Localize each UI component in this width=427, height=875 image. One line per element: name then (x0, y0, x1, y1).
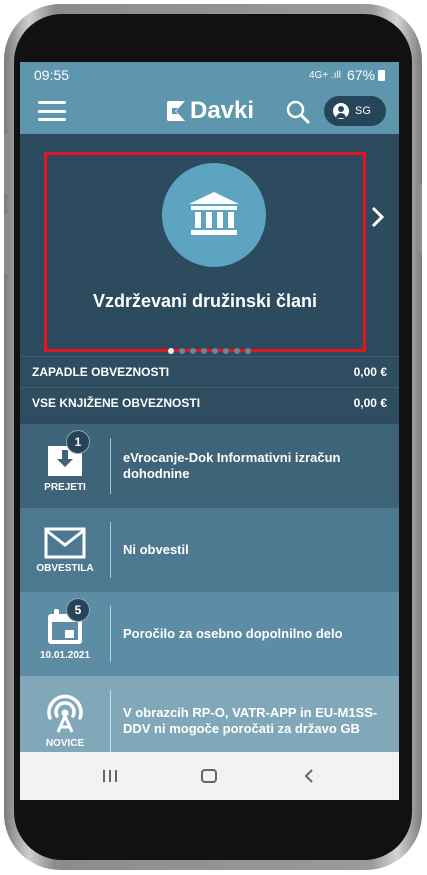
divider (110, 438, 111, 494)
back-icon[interactable] (294, 761, 324, 791)
pagination-dot[interactable] (212, 348, 218, 354)
app-logo: Davki (165, 97, 254, 125)
item-icon-area: 5 10.01.2021 (20, 592, 110, 676)
pagination-dot[interactable] (168, 348, 174, 354)
user-account-button[interactable]: SG (324, 96, 386, 126)
count-badge: 1 (66, 430, 90, 454)
divider (110, 606, 111, 662)
status-time: 09:55 (34, 67, 70, 83)
carousel: Vzdrževani družinski člani (20, 134, 399, 356)
slide-icon-circle (162, 163, 266, 267)
item-caption: OBVESTILA (36, 562, 94, 574)
all-obligations-row[interactable]: VSE KNJIŽENE OBVEZNOSTI 0,00 € (20, 387, 399, 418)
envelope-icon (44, 527, 86, 558)
power-button (417, 184, 422, 254)
broadcast-icon (47, 694, 83, 733)
carousel-pagination (20, 348, 399, 354)
item-text: V obrazcih RP-O, VATR-APP in EU-M1SS-DDV… (123, 705, 378, 736)
institution-icon (189, 192, 239, 235)
battery-icon (378, 69, 385, 81)
divider (110, 690, 111, 752)
pagination-dot[interactable] (223, 348, 229, 354)
pagination-dot[interactable] (201, 348, 207, 354)
user-initials: SG (355, 105, 371, 117)
volume-down-button (4, 214, 9, 274)
item-text: eVrocanje-Dok Informativni izračun dohod… (123, 450, 341, 481)
pagination-dot[interactable] (190, 348, 196, 354)
item-caption: 10.01.2021 (39, 649, 91, 661)
logo-e-icon (167, 101, 185, 121)
app-screen: 09:55 4G+ .ıll 67% Davki SG Vzdrževani d… (20, 62, 399, 800)
summary-label: ZAPADLE OBVEZNOSTI (32, 365, 170, 379)
pagination-dot[interactable] (179, 348, 185, 354)
summary-value: 0,00 € (353, 396, 387, 410)
list-item-notifications[interactable]: OBVESTILA Ni obvestil (20, 508, 399, 592)
divider (110, 522, 111, 578)
pagination-dot[interactable] (234, 348, 240, 354)
list-item-received[interactable]: 1 PREJETI eVrocanje-Dok Informativni izr… (20, 424, 399, 508)
app-header: Davki SG (20, 88, 399, 134)
item-caption: PREJETI (44, 481, 86, 493)
slide-title: Vzdrževani družinski člani (92, 291, 318, 311)
menu-icon[interactable] (38, 101, 66, 121)
summary-label: VSE KNJIŽENE OBVEZNOSTI (32, 396, 201, 410)
volume-up-button (4, 134, 9, 194)
summary-value: 0,00 € (353, 365, 387, 379)
app-name: Davki (190, 97, 255, 124)
pagination-dot[interactable] (245, 348, 251, 354)
home-icon[interactable] (194, 761, 224, 791)
item-icon-area: OBVESTILA (20, 508, 110, 592)
list-item-calendar[interactable]: 5 10.01.2021 Poročilo za osebno dopolnil… (20, 592, 399, 676)
item-caption: NOVICE (45, 737, 85, 749)
count-badge: 5 (66, 598, 90, 622)
android-nav-bar (20, 752, 399, 800)
signal-icon: 4G+ .ıll (309, 69, 341, 81)
status-bar: 09:55 4G+ .ıll 67% (20, 62, 399, 88)
item-text: Ni obvestil (123, 542, 189, 557)
recent-apps-icon[interactable] (95, 761, 125, 791)
search-icon[interactable] (285, 99, 311, 125)
chevron-right-icon[interactable] (368, 202, 388, 232)
user-icon (333, 103, 349, 119)
item-icon-area: 1 PREJETI (20, 424, 110, 508)
item-text: Poročilo za osebno dopolnilno delo (123, 626, 343, 641)
battery-level: 67% (346, 67, 375, 83)
overdue-obligations-row[interactable]: ZAPADLE OBVEZNOSTI 0,00 € (20, 356, 399, 387)
carousel-slide[interactable]: Vzdrževani družinski člani (44, 152, 366, 352)
